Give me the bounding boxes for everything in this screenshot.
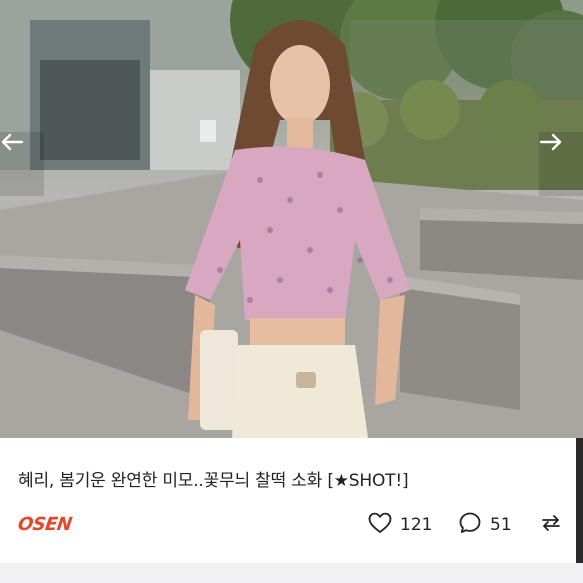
heart-icon	[368, 512, 392, 538]
source-logo[interactable]: OSEN	[17, 514, 74, 535]
like-count: 121	[400, 515, 433, 535]
like-button[interactable]: 121	[368, 512, 432, 538]
share-icon	[540, 512, 562, 538]
article-headline[interactable]: 혜리, 봄기운 완연한 미모..꽃무늬 찰떡 소화 [★SHOT!]	[18, 466, 409, 491]
share-button[interactable]	[539, 512, 563, 538]
photo-illustration	[0, 0, 583, 438]
article-footer: OSEN 121 51	[0, 508, 583, 542]
comment-button[interactable]: 51	[458, 512, 512, 538]
article-photo[interactable]	[0, 0, 583, 438]
prev-photo-button[interactable]	[0, 132, 44, 196]
next-card-edge	[0, 563, 583, 583]
comment-bubble-icon	[458, 511, 482, 539]
comment-count: 51	[490, 515, 512, 535]
next-photo-button[interactable]	[539, 132, 583, 196]
scrollbar[interactable]	[576, 438, 583, 563]
